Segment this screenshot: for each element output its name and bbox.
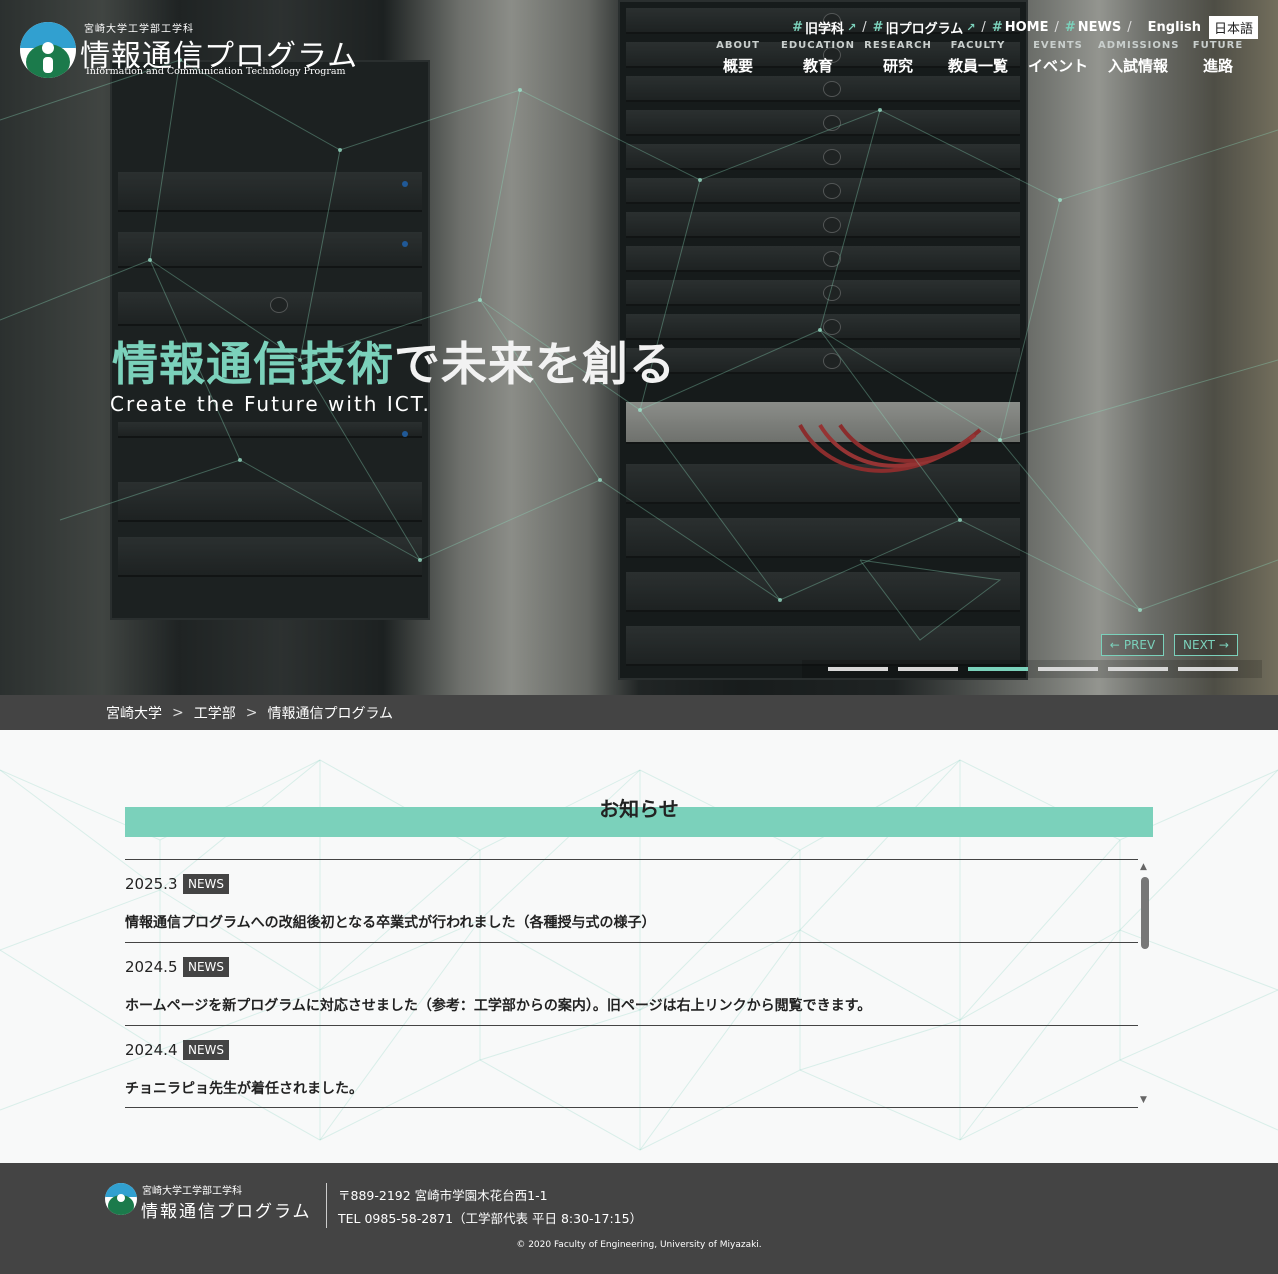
nav-item-en: FUTURE — [1192, 40, 1244, 51]
slide-dot-3[interactable] — [968, 667, 1028, 671]
footer-telephone: TEL 0985-58-2871（工学部代表 平日 8:30-17:15） — [338, 1211, 643, 1226]
nav-item-en: ABOUT — [716, 40, 760, 51]
language-japanese-link[interactable]: 日本語 — [1208, 16, 1258, 39]
next-label: NEXT — [1183, 638, 1215, 652]
news-link[interactable]: NEWS — [1078, 20, 1121, 35]
nav-item-en: RESEARCH — [864, 40, 932, 51]
footer-address: 〒889-2192 宮崎市学園木花台西1-1 — [338, 1188, 548, 1203]
breadcrumb-program[interactable]: 情報通信プログラム — [267, 703, 393, 723]
news-item[interactable]: 2024.4 NEWS チョニラピョ先生が着任されました。 — [125, 1025, 1138, 1108]
university-logo-icon — [20, 22, 76, 78]
language-english-link[interactable]: English — [1148, 20, 1201, 35]
nav-item-ja: 研究 — [882, 57, 913, 75]
separator: / — [1127, 20, 1132, 35]
nav-item-ja: イベント — [1027, 57, 1088, 75]
nav-item-faculty[interactable]: FACULTY 教員一覧 — [938, 40, 1018, 76]
utility-nav: # 旧学科 ↗ / # 旧プログラム ↗ / # HOME / # NEWS /… — [792, 16, 1258, 39]
hash-icon: # — [792, 20, 804, 35]
news-tag: NEWS — [183, 1040, 230, 1060]
nav-item-ja: 教育 — [802, 57, 833, 75]
news-tag: NEWS — [183, 874, 230, 894]
nav-item-ja: 入試情報 — [1107, 57, 1168, 75]
nav-item-en: FACULTY — [950, 40, 1006, 51]
footer-department: 宮崎大学工学部工学科 — [142, 1186, 242, 1197]
old-program-link[interactable]: 旧プログラム — [886, 18, 964, 37]
external-link-icon: ↗ — [966, 21, 976, 34]
arrow-left-icon: ← — [1109, 638, 1120, 652]
hash-icon: # — [991, 20, 1003, 35]
news-date: 2024.4 — [125, 1041, 178, 1059]
nav-item-en: EDUCATION — [781, 40, 855, 51]
slide-dot-6[interactable] — [1178, 667, 1238, 671]
news-tag: NEWS — [183, 957, 230, 977]
site-logo[interactable]: 宮崎大学工学部工学科 情報通信プログラム Information and Com… — [20, 20, 357, 80]
news-text[interactable]: チョニラピョ先生が着任されました。 — [125, 1078, 363, 1098]
news-scrollbar-thumb[interactable] — [1141, 877, 1149, 949]
breadcrumb: 宮崎大学 > 工学部 > 情報通信プログラム — [0, 695, 1278, 730]
prev-label: PREV — [1123, 638, 1156, 652]
footer-logo-icon[interactable] — [105, 1183, 137, 1215]
hero-headline: 情報通信技術で未来を創る — [112, 328, 676, 394]
footer-copyright: © 2020 Faculty of Engineering, Universit… — [516, 1240, 762, 1250]
news-text[interactable]: 情報通信プログラムへの改組後初となる卒業式が行われました（各種授与式の様子） — [125, 912, 655, 932]
news-item[interactable]: 2025.3 NEWS 情報通信プログラムへの改組後初となる卒業式が行われました… — [125, 859, 1138, 942]
next-slide-button[interactable]: NEXT → — [1174, 634, 1238, 656]
news-date: 2025.3 — [125, 875, 178, 893]
footer: 宮崎大学工学部工学科 情報通信プログラム 〒889-2192 宮崎市学園木花台西… — [0, 1163, 1278, 1274]
news-heading: お知らせ — [599, 797, 679, 821]
slide-indicators — [802, 660, 1262, 678]
nav-item-ja: 進路 — [1202, 57, 1233, 75]
footer-title: 情報通信プログラム — [141, 1202, 312, 1222]
home-link[interactable]: HOME — [1005, 20, 1049, 35]
nav-item-ja: 教員一覧 — [947, 57, 1008, 75]
slide-dot-2[interactable] — [898, 667, 958, 671]
nav-item-ja: 概要 — [722, 57, 753, 75]
logo-english: Information and Communication Technology… — [86, 66, 346, 77]
news-section: お知らせ 2025.3 NEWS 情報通信プログラムへの改組後初となる卒業式が行… — [0, 730, 1278, 1163]
breadcrumb-university[interactable]: 宮崎大学 — [106, 703, 162, 723]
slide-dot-1[interactable] — [828, 667, 888, 671]
news-list: 2025.3 NEWS 情報通信プログラムへの改組後初となる卒業式が行われました… — [125, 859, 1138, 1108]
nav-item-education[interactable]: EDUCATION 教育 — [778, 40, 858, 76]
chevron-right-icon: > — [245, 704, 258, 721]
hero-slider: 宮崎大学工学部工学科 情報通信プログラム Information and Com… — [0, 0, 1278, 695]
separator: / — [862, 20, 867, 35]
hero-headline-accent: 情報通信技術 — [112, 337, 394, 391]
slide-dot-4[interactable] — [1038, 667, 1098, 671]
news-date: 2024.5 — [125, 958, 178, 976]
scroll-down-arrow-icon[interactable]: ▼ — [1140, 1095, 1147, 1105]
separator: / — [1054, 20, 1059, 35]
nav-item-research[interactable]: RESEARCH 研究 — [858, 40, 938, 76]
hash-icon: # — [1064, 20, 1076, 35]
separator: / — [981, 20, 986, 35]
footer-divider — [326, 1183, 327, 1228]
nav-item-admissions[interactable]: ADMISSIONS 入試情報 — [1098, 40, 1178, 76]
nav-item-future[interactable]: FUTURE 進路 — [1178, 40, 1258, 76]
nav-item-about[interactable]: ABOUT 概要 — [698, 40, 778, 76]
nav-item-en: EVENTS — [1033, 40, 1083, 51]
news-text[interactable]: ホームページを新プログラムに対応させました（参考：工学部からの案内）。旧ページは… — [125, 995, 871, 1015]
hero-subline: Create the Future with ICT. — [110, 392, 431, 416]
hash-icon: # — [872, 20, 884, 35]
old-department-link[interactable]: 旧学科 — [805, 18, 844, 37]
chevron-right-icon: > — [172, 704, 184, 721]
scroll-up-arrow-icon[interactable]: ▲ — [1140, 862, 1147, 872]
nav-item-events[interactable]: EVENTS イベント — [1018, 40, 1098, 76]
hero-headline-rest: で未来を創る — [394, 337, 676, 391]
news-item[interactable]: 2024.5 NEWS ホームページを新プログラムに対応させました（参考：工学部… — [125, 942, 1138, 1025]
arrow-right-icon: → — [1218, 638, 1229, 652]
nav-item-en: ADMISSIONS — [1098, 40, 1180, 51]
prev-slide-button[interactable]: ← PREV — [1101, 634, 1164, 656]
slide-dot-5[interactable] — [1108, 667, 1168, 671]
external-link-icon: ↗ — [847, 21, 857, 34]
breadcrumb-faculty[interactable]: 工学部 — [194, 703, 236, 723]
main-nav: ABOUT 概要 EDUCATION 教育 RESEARCH 研究 FACULT… — [698, 40, 1258, 76]
